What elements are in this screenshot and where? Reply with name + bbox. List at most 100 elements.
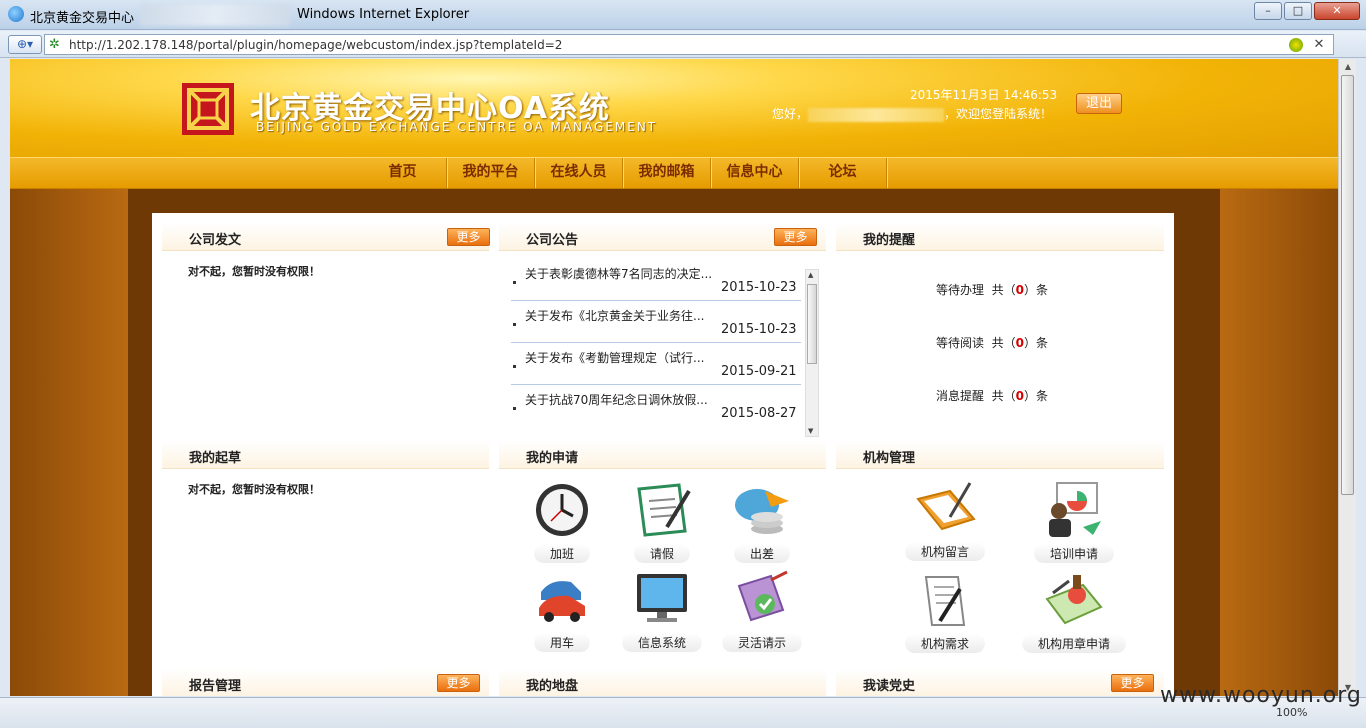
app-business-trip[interactable]: 出差 (722, 481, 802, 563)
car-icon (539, 581, 585, 622)
more-button[interactable]: 更多 (447, 228, 490, 246)
app-label: 机构用章申请 (1021, 634, 1126, 653)
portlet-title: 我的地盘 (526, 679, 579, 694)
app-overtime[interactable]: 加班 (522, 481, 602, 563)
app-seal-request[interactable]: 机构用章申请 (1018, 571, 1130, 653)
list-item[interactable]: 关于表彰虞德林等7名同志的决定... 2015-10-23 (511, 259, 801, 301)
list-item[interactable]: 关于抗战70周年纪念日调休放假... 2015-08-27 (511, 385, 801, 427)
reminder-label: 等待阅读 (936, 336, 985, 350)
portlet-title: 我的提醒 (863, 233, 916, 248)
main-nav: 首页 我的平台 在线人员 我的邮箱 信息中心 论坛 (10, 157, 1338, 189)
page-viewport: 北京黄金交易中心OA系统 BEIJING GOLD EXCHANGE CENTR… (10, 59, 1338, 696)
stamp-icon (1045, 575, 1103, 625)
document-pen-icon (924, 576, 966, 626)
reminder-suffix: ）条 (1024, 336, 1049, 350)
bullet-icon (513, 407, 516, 410)
window-app-name: Windows Internet Explorer (297, 7, 470, 22)
app-label: 机构需求 (904, 634, 985, 653)
reminder-pending-row[interactable]: 等待办理 共（0）条 (936, 281, 1048, 298)
window-controls: – □ ✕ (1254, 2, 1360, 20)
portlet-header: 公司发文 更多 (162, 223, 490, 251)
portlet-header: 机构管理 (836, 441, 1164, 469)
list-item[interactable]: 关于发布《考勤管理规定（试行... 2015-09-21 (511, 343, 801, 385)
portlet-header: 报告管理 更多 (162, 669, 489, 696)
reminder-messages-row[interactable]: 消息提醒 共（0）条 (936, 387, 1048, 404)
scroll-thumb[interactable] (807, 284, 817, 364)
app-flexible-request[interactable]: 灵活请示 (722, 570, 802, 652)
compatibility-icon[interactable] (1289, 38, 1303, 52)
app-org-message[interactable]: 机构留言 (900, 479, 990, 561)
app-label: 信息系统 (622, 633, 702, 652)
monitor-icon (637, 574, 687, 622)
nav-info-center[interactable]: 信息中心 (711, 158, 799, 188)
url-input[interactable]: ✲ http://1.202.178.148/portal/plugin/hom… (44, 34, 1334, 55)
reminder-label: 消息提醒 (936, 389, 985, 403)
app-label: 培训申请 (1033, 544, 1114, 563)
list-item[interactable]: 关于发布《北京黄金关于业务往... 2015-10-23 (511, 301, 801, 343)
portlet-header: 我读党史 更多 (836, 669, 1164, 696)
portlet-title: 我的申请 (526, 451, 579, 466)
app-leave[interactable]: 请假 (622, 481, 702, 563)
nav-my-mailbox[interactable]: 我的邮箱 (623, 158, 711, 188)
announcement-title[interactable]: 关于发布《考勤管理规定（试行... (525, 349, 704, 366)
nav-forum[interactable]: 论坛 (799, 158, 887, 188)
reminder-unread-row[interactable]: 等待阅读 共（0）条 (936, 334, 1048, 351)
announcement-date: 2015-08-27 (721, 406, 797, 421)
app-label: 请假 (633, 544, 690, 563)
portlet-title: 机构管理 (863, 451, 916, 466)
app-label: 出差 (733, 544, 790, 563)
portlet-title: 我读党史 (863, 679, 916, 694)
portlet-party-history: 我读党史 更多 (836, 669, 1164, 696)
stop-icon[interactable]: ✕ (1311, 37, 1327, 53)
address-bar: ⊕▾ ✲ http://1.202.178.148/portal/plugin/… (0, 31, 1366, 58)
page-scrollbar[interactable]: ▲ ▼ (1338, 59, 1356, 696)
portlet-org-management: 机构管理 机构留言 培训申请 机构需求 机构用章申请 (836, 441, 1164, 661)
announcement-title[interactable]: 关于发布《北京黄金关于业务往... (525, 307, 704, 324)
logout-button[interactable]: 退出 (1076, 93, 1122, 114)
portlet-my-territory: 我的地盘 (499, 669, 826, 696)
reminder-suffix: ）条 (1024, 389, 1049, 403)
portal-content: 公司发文 更多 对不起，您暂时没有权限！ 公司公告 更多 关于表彰虞德林等7名同… (152, 213, 1174, 696)
close-button[interactable]: ✕ (1314, 2, 1360, 20)
announcement-date: 2015-09-21 (721, 364, 797, 379)
portlet-my-applications: 我的申请 加班 请假 出差 用车 信息系统 灵活请示 (499, 441, 826, 661)
reminder-suffix: ）条 (1024, 283, 1049, 297)
app-org-demand[interactable]: 机构需求 (900, 571, 990, 653)
maximize-button[interactable]: □ (1284, 2, 1312, 20)
watermark-text: www.wooyun.org (1160, 683, 1362, 708)
portlet-header: 我的起草 (162, 441, 489, 469)
scroll-up-icon[interactable]: ▲ (808, 271, 813, 279)
announcement-title[interactable]: 关于表彰虞德林等7名同志的决定... (525, 265, 712, 282)
scroll-up-icon[interactable]: ▲ (1342, 61, 1354, 73)
announcement-list: 关于表彰虞德林等7名同志的决定... 2015-10-23 关于发布《北京黄金关… (511, 259, 801, 427)
app-label: 用车 (533, 633, 590, 652)
announcement-scrollbar[interactable]: ▲ ▼ (805, 269, 819, 437)
scroll-down-icon[interactable]: ▼ (808, 427, 813, 435)
nav-online-users[interactable]: 在线人员 (535, 158, 623, 188)
more-button[interactable]: 更多 (1111, 674, 1154, 692)
user-greeting: 您好， ，欢迎您登陆系统！ (772, 105, 1052, 122)
app-info-system[interactable]: 信息系统 (622, 570, 702, 652)
reminder-prefix: 共（ (991, 283, 1016, 297)
clipboard-icon (737, 570, 788, 622)
nav-home[interactable]: 首页 (359, 158, 447, 188)
portlet-title: 公司公告 (526, 233, 579, 248)
page-icon: ✲ (49, 37, 60, 52)
travel-coins-icon (735, 489, 789, 534)
back-forward-button[interactable]: ⊕▾ (8, 35, 42, 54)
nav-my-platform[interactable]: 我的平台 (447, 158, 535, 188)
redacted-username (808, 107, 945, 122)
portlet-title: 我的起草 (189, 451, 242, 466)
app-training-request[interactable]: 培训申请 (1026, 481, 1122, 563)
portlet-my-drafts: 我的起草 对不起，您暂时没有权限！ (162, 441, 489, 661)
more-button[interactable]: 更多 (774, 228, 817, 246)
scroll-thumb[interactable] (1341, 75, 1354, 495)
minimize-button[interactable]: – (1254, 2, 1282, 20)
announcement-title[interactable]: 关于抗战70周年纪念日调休放假... (525, 391, 708, 408)
portlet-reminders: 我的提醒 等待办理 共（0）条 等待阅读 共（0）条 消息提醒 共（0）条 (836, 223, 1164, 438)
app-vehicle[interactable]: 用车 (522, 570, 602, 652)
bullet-icon (513, 323, 516, 326)
more-button[interactable]: 更多 (437, 674, 480, 692)
app-label: 加班 (533, 544, 590, 563)
portlet-header: 我的地盘 (499, 669, 826, 696)
